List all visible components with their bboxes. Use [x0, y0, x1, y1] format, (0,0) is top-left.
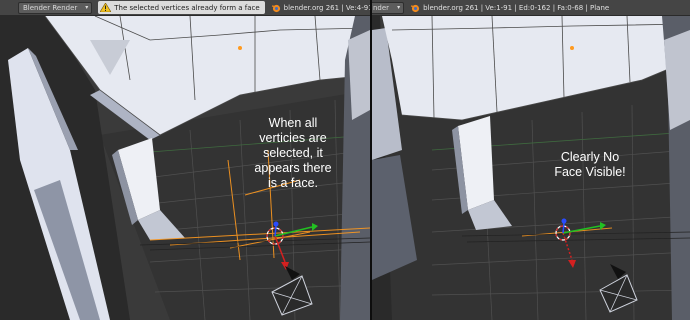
render-engine-dropdown[interactable]: nder ▾: [372, 1, 405, 14]
blender-icon: [410, 3, 420, 13]
info-header: nder ▾ blender.org 261 | Ve:1-91 | Ed:0-…: [372, 0, 690, 16]
annotation-line: appears there: [254, 161, 332, 175]
dropdown-caret-icon: ▾: [397, 3, 401, 11]
annotation-line: Clearly No: [560, 150, 620, 164]
render-engine-label: Blender Render: [23, 3, 78, 12]
annotation-text: Clearly No Face Visible!: [540, 150, 640, 180]
info-header: Blender Render ▾ The selected vertices a…: [0, 0, 370, 16]
annotation-line: verticies are: [259, 131, 327, 145]
warning-report[interactable]: The selected vertices already form a fac…: [98, 1, 265, 14]
render-engine-dropdown[interactable]: Blender Render ▾: [18, 1, 93, 14]
warning-icon: [100, 3, 112, 12]
annotation-text: When all verticies are selected, it appe…: [248, 116, 338, 191]
right-viewport-panel: nder ▾ blender.org 261 | Ve:1-91 | Ed:0-…: [372, 0, 690, 320]
blender-icon: [271, 3, 281, 13]
dropdown-caret-icon: ▾: [85, 3, 89, 11]
annotation-line: selected, it: [263, 146, 323, 160]
annotation-line: Face Visible!: [554, 165, 626, 179]
annotation-line: is a face.: [267, 176, 319, 190]
3d-viewport[interactable]: [372, 16, 690, 320]
scene-statistics: blender.org 261 | Ve:1-91 | Ed:0-162 | F…: [423, 3, 610, 12]
annotation-line: When all: [268, 116, 318, 130]
render-engine-label: nder: [373, 3, 390, 12]
warning-message: The selected vertices already form a fac…: [114, 3, 260, 12]
left-viewport-panel: Blender Render ▾ The selected vertices a…: [0, 0, 370, 320]
scene-statistics: blender.org 261 | Ve:4-91 | Ed:4-162 | F…: [283, 3, 370, 12]
